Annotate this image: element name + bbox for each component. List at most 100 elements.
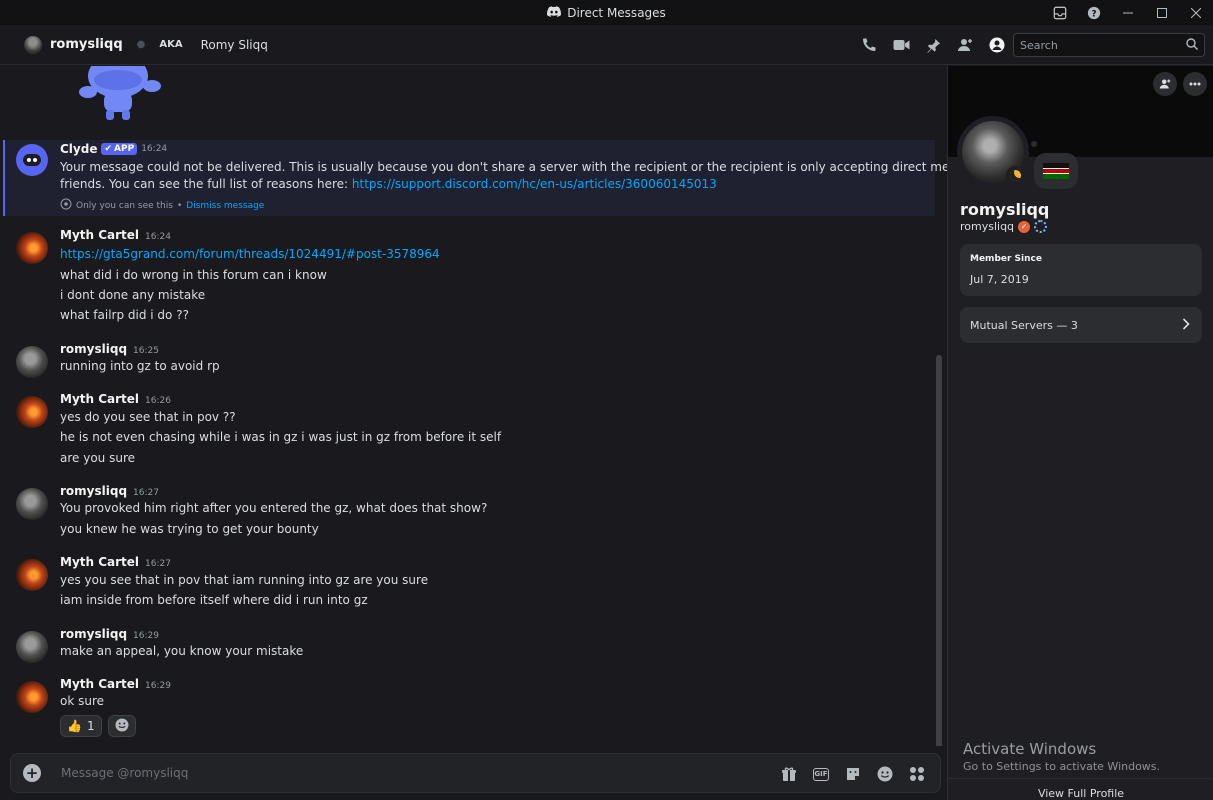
avatar[interactable] [16, 396, 48, 428]
chevron-right-icon [1182, 317, 1190, 333]
message-author[interactable]: romysliqq [60, 484, 127, 498]
message-text: running into gz to avoid rp [60, 359, 220, 373]
chat-scrollbar[interactable] [936, 355, 942, 746]
app-badge-label: APP [114, 144, 135, 154]
profile-username-row: romysliqq ✓ [960, 220, 1048, 233]
header-username[interactable]: romysliqq [50, 37, 123, 52]
message-author[interactable]: Myth Cartel [60, 555, 139, 569]
message-group: Myth Cartel 16:27 yes you see that in pov… [0, 555, 930, 611]
message-text: he is not even chasing while i was in gz… [60, 430, 502, 444]
add-reaction-icon [115, 718, 129, 735]
clyde-name[interactable]: Clyde [60, 142, 97, 156]
aka-label: AKA [159, 39, 183, 50]
app-badge: ✔ APP [101, 143, 138, 155]
add-friends-to-dm-icon[interactable] [955, 35, 975, 55]
profile-username: romysliqq [960, 220, 1015, 233]
message-timestamp: 16:27 [133, 488, 159, 498]
inbox-icon[interactable] [1043, 0, 1077, 25]
user-profile-toggle-icon[interactable] [987, 35, 1007, 55]
message-group: Myth Cartel 16:29 ok sure 👍 1 [0, 677, 930, 741]
ephemeral-note: Only you can see this • Dismiss message [60, 198, 264, 213]
view-full-profile-button[interactable]: View Full Profile [948, 778, 1213, 800]
message-input[interactable]: Message @romysliqq [61, 766, 188, 780]
message-text: what failrp did i do ?? [60, 308, 189, 322]
nitro-boost-badge-icon[interactable] [1034, 220, 1048, 233]
svg-text:?: ? [1091, 9, 1096, 19]
only-you-text: Only you can see this [76, 200, 173, 211]
header-avatar[interactable] [24, 35, 42, 54]
custom-status-bubble [1034, 153, 1078, 189]
video-call-icon[interactable] [891, 35, 911, 55]
dm-header: romysliqq ● AKA Romy Sliqq Search [0, 25, 1213, 65]
message-text: iam inside from before itself where did … [60, 593, 368, 607]
support-link[interactable]: https://support.discord.com/hc/en-us/art… [352, 177, 717, 191]
message-timestamp: 16:26 [145, 396, 171, 406]
mutual-servers-button[interactable]: Mutual Servers — 3 [960, 307, 1202, 343]
dismiss-message-link[interactable]: Dismiss message [186, 201, 264, 211]
message-timestamp: 16:27 [145, 559, 171, 569]
chat-messages[interactable]: Clyde ✔ APP 16:24 Your message could not… [0, 66, 947, 746]
mutual-servers-label: Mutual Servers — 3 [970, 318, 1078, 332]
message-group: romysliqq 16:27 You provoked him right af… [0, 484, 930, 540]
avatar[interactable] [16, 631, 48, 663]
search-input[interactable]: Search [1013, 33, 1205, 57]
member-since-date: Jul 7, 2019 [970, 273, 1029, 286]
add-reaction-button[interactable] [107, 715, 136, 737]
add-friend-button[interactable] [1153, 72, 1177, 96]
help-icon[interactable]: ? [1077, 0, 1111, 25]
message-timestamp: 16:24 [141, 144, 168, 154]
aka-name: Romy Sliqq [200, 37, 268, 52]
discord-logo-icon [547, 5, 562, 20]
forum-link[interactable]: https://gta5grand.com/forum/threads/1024… [60, 247, 440, 261]
header-separator-dot: ● [136, 39, 146, 50]
thumbs-up-icon: 👍 [67, 719, 82, 733]
message-text: what did i do wrong in this forum can i … [60, 268, 327, 282]
message-text: yes do you see that in pov ?? [60, 410, 236, 424]
reaction-thumbs-up[interactable]: 👍 1 [60, 715, 102, 737]
sticker-icon[interactable] [844, 765, 862, 783]
clyde-avatar[interactable] [16, 144, 48, 176]
gif-icon[interactable]: GIF [812, 765, 830, 783]
profile-display-name: romysliqq [960, 200, 1050, 219]
emoji-icon[interactable] [876, 765, 894, 783]
maximize-icon[interactable] [1145, 0, 1179, 25]
message-timestamp: 16:24 [145, 232, 171, 242]
eye-icon [60, 198, 72, 213]
message-text: yes you see that in pov that iam running… [60, 573, 429, 587]
avatar[interactable] [16, 559, 48, 591]
apps-icon[interactable] [908, 765, 926, 783]
avatar[interactable] [16, 681, 48, 713]
gift-icon[interactable] [780, 765, 798, 783]
title-bar: Direct Messages ? [0, 0, 1213, 25]
search-icon [1186, 37, 1198, 53]
message-timestamp: 16:29 [133, 631, 159, 641]
avatar[interactable] [16, 346, 48, 378]
avatar[interactable] [16, 232, 48, 264]
message-text: you knew he was trying to get your bount… [60, 522, 319, 536]
message-composer[interactable]: + Message @romysliqq GIF [10, 753, 941, 793]
window-title-text: Direct Messages [567, 5, 666, 20]
pin-icon[interactable] [923, 35, 943, 55]
message-group: romysliqq 16:29 make an appeal, you know … [0, 627, 930, 667]
status-bubble-dot [1031, 141, 1037, 147]
message-timestamp: 16:29 [145, 681, 171, 691]
window-title: Direct Messages [547, 6, 666, 20]
message-author[interactable]: Myth Cartel [60, 392, 139, 406]
close-icon[interactable] [1179, 0, 1213, 25]
voice-call-icon[interactable] [859, 35, 879, 55]
upload-plus-icon[interactable]: + [23, 764, 41, 782]
minimize-icon[interactable] [1111, 0, 1145, 25]
message-author[interactable]: Myth Cartel [60, 677, 139, 691]
windows-activation-watermark: Activate Windows Go to Settings to activ… [963, 740, 1160, 773]
watermark-line2: Go to Settings to activate Windows. [963, 760, 1161, 773]
view-full-profile-label: View Full Profile [1037, 787, 1125, 800]
message-author[interactable]: Myth Cartel [60, 228, 139, 242]
ephemeral-separator: • [176, 200, 183, 211]
avatar[interactable] [16, 488, 48, 520]
message-text: You provoked him right after you entered… [60, 501, 488, 515]
message-author[interactable]: romysliqq [60, 342, 127, 356]
member-since-label: Member Since [970, 254, 1042, 264]
message-author[interactable]: romysliqq [60, 627, 127, 641]
more-options-icon[interactable] [1183, 72, 1207, 96]
profile-badge-icon[interactable]: ✓ [1018, 220, 1031, 233]
